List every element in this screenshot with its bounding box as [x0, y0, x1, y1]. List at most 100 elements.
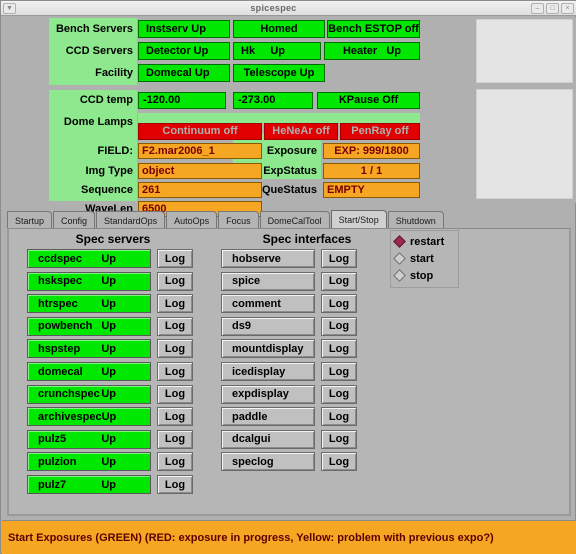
exposure-value: EXP: 999/1800 — [323, 143, 420, 159]
log-button-comment[interactable]: Log — [321, 294, 357, 314]
radio-selected-icon — [393, 235, 406, 248]
spec-server-hspstep[interactable]: hspstep Up — [27, 339, 151, 359]
tab-shutdown[interactable]: Shutdown — [387, 211, 444, 229]
spec-interface-expdisplay[interactable]: expdisplay — [221, 384, 315, 404]
window-controls: – □ × — [531, 2, 574, 14]
status-hk[interactable]: Hk Up — [233, 42, 321, 60]
maximize-button[interactable]: □ — [546, 2, 559, 14]
log-button-pulzion[interactable]: Log — [157, 452, 193, 472]
status-instserv[interactable]: Instserv Up — [138, 20, 230, 38]
window-menu-icon[interactable]: ▼ — [3, 2, 16, 14]
process-name: spice — [232, 275, 261, 288]
spec-interface-row: expdisplay Log — [221, 384, 357, 404]
spec-interface-ds9[interactable]: ds9 — [221, 316, 315, 336]
spec-server-powbench[interactable]: powbench Up — [27, 316, 151, 336]
lamp-henear[interactable]: HeNeAr off — [264, 123, 338, 140]
log-button-hspstep[interactable]: Log — [157, 339, 193, 359]
log-button-archivespec[interactable]: Log — [157, 407, 193, 427]
label-sequence: Sequence — [81, 183, 133, 196]
radio-stop-label: stop — [410, 269, 434, 282]
spec-interface-row: icedisplay Log — [221, 362, 357, 381]
log-button-hobserve[interactable]: Log — [321, 249, 357, 268]
spec-interface-spice[interactable]: spice — [221, 271, 315, 291]
right-panel-lower — [476, 89, 573, 199]
spec-interface-comment[interactable]: comment — [221, 294, 315, 314]
close-button[interactable]: × — [561, 2, 574, 14]
tab-standardops[interactable]: StandardOps — [96, 211, 166, 229]
spec-server-htrspec[interactable]: htrspec Up — [27, 294, 151, 314]
log-button-domecal[interactable]: Log — [157, 362, 193, 381]
spec-interface-dcalgui[interactable]: dcalgui — [221, 429, 315, 449]
log-button-pulz5[interactable]: Log — [157, 429, 193, 449]
status-homed[interactable]: Homed — [233, 20, 325, 38]
process-name: htrspec — [38, 297, 78, 310]
spec-interface-hobserve[interactable]: hobserve — [221, 249, 315, 268]
spec-servers-header: Spec servers — [75, 232, 151, 246]
spec-server-pulz5[interactable]: pulz5 Up — [27, 429, 151, 449]
process-name: hspstep — [38, 342, 81, 355]
spec-server-ccdspec[interactable]: ccdspec Up — [27, 249, 151, 268]
spicespec-window: ▼ spicespec – □ × Bench Servers Instserv… — [0, 0, 576, 554]
label-img-type: Img Type — [85, 164, 133, 177]
right-panel-upper — [476, 19, 573, 83]
kpause-status[interactable]: KPause Off — [317, 92, 420, 109]
spec-server-domecal[interactable]: domecal Up — [27, 362, 151, 381]
tab-autoops[interactable]: AutoOps — [166, 211, 218, 229]
status-telescope[interactable]: Telescope Up — [233, 64, 325, 82]
radio-start[interactable]: start — [391, 250, 458, 267]
log-button-ds9[interactable]: Log — [321, 316, 357, 336]
que-status-value: EMPTY — [323, 182, 420, 198]
log-button-icedisplay[interactable]: Log — [321, 362, 357, 381]
minimize-button[interactable]: – — [531, 2, 544, 14]
spec-server-row: hskspec Up Log — [27, 271, 193, 291]
spec-server-archivespec[interactable]: archivespec Up — [27, 407, 151, 427]
spec-interface-paddle[interactable]: paddle — [221, 407, 315, 427]
status-bench-estop[interactable]: Bench ESTOP off — [327, 20, 420, 38]
log-button-ccdspec[interactable]: Log — [157, 249, 193, 268]
log-button-dcalgui[interactable]: Log — [321, 429, 357, 449]
process-state: Up — [101, 342, 116, 355]
status-detector[interactable]: Detector Up — [138, 42, 230, 60]
spec-interface-row: comment Log — [221, 294, 357, 314]
spec-server-pulz7[interactable]: pulz7 Up — [27, 475, 151, 494]
lamp-continuum[interactable]: Continuum off — [138, 123, 262, 140]
log-button-powbench[interactable]: Log — [157, 316, 193, 336]
tab-start-stop[interactable]: Start/Stop — [330, 210, 387, 229]
lamp-penray[interactable]: PenRay off — [340, 123, 420, 140]
label-que-status: QueStatus — [261, 183, 317, 196]
spec-server-row: pulz7 Up Log — [27, 475, 193, 494]
radio-stop[interactable]: stop — [391, 267, 458, 284]
log-button-hskspec[interactable]: Log — [157, 271, 193, 291]
process-state: Up — [101, 455, 116, 468]
log-button-paddle[interactable]: Log — [321, 407, 357, 427]
spec-interface-icedisplay[interactable]: icedisplay — [221, 362, 315, 381]
tab-focus[interactable]: Focus — [218, 211, 259, 229]
spec-server-pulzion[interactable]: pulzion Up — [27, 452, 151, 472]
log-button-mountdisplay[interactable]: Log — [321, 339, 357, 359]
process-state: Up — [101, 252, 116, 265]
spec-server-crunchspec[interactable]: crunchspec Up — [27, 384, 151, 404]
process-name: powbench — [38, 320, 93, 333]
log-button-spice[interactable]: Log — [321, 271, 357, 291]
log-button-speclog[interactable]: Log — [321, 452, 357, 472]
radio-restart[interactable]: restart — [391, 233, 458, 250]
log-button-htrspec[interactable]: Log — [157, 294, 193, 314]
log-button-expdisplay[interactable]: Log — [321, 384, 357, 404]
label-exp-status: ExpStatus — [263, 164, 317, 177]
spec-interface-speclog[interactable]: speclog — [221, 452, 315, 472]
label-ccd-servers: CCD Servers — [65, 44, 133, 57]
spec-server-row: archivespec Up Log — [27, 407, 193, 427]
window-title: spicespec — [250, 3, 297, 13]
log-button-crunchspec[interactable]: Log — [157, 384, 193, 404]
tab-domecaltool[interactable]: DomeCalTool — [259, 211, 330, 229]
log-button-pulz7[interactable]: Log — [157, 475, 193, 494]
label-ccd-temp: CCD temp — [79, 94, 133, 106]
status-heater[interactable]: Heater Up — [324, 42, 420, 60]
status-domecal[interactable]: Domecal Up — [138, 64, 230, 82]
tab-config[interactable]: Config — [53, 211, 96, 229]
spec-interface-mountdisplay[interactable]: mountdisplay — [221, 339, 315, 359]
process-state: Up — [101, 410, 117, 423]
spec-server-hskspec[interactable]: hskspec Up — [27, 271, 151, 291]
tab-startup[interactable]: Startup — [7, 211, 53, 229]
process-name: comment — [232, 297, 281, 310]
